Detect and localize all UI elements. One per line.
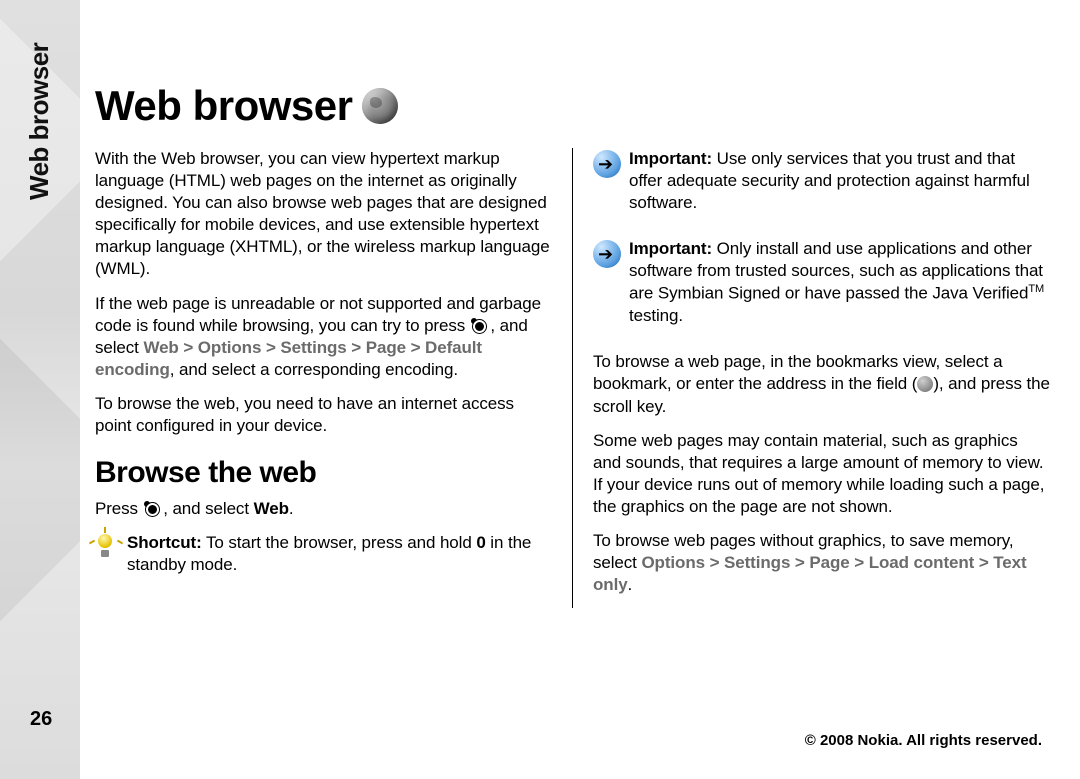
menu-settings: Settings xyxy=(724,553,790,572)
menu-options: Options xyxy=(641,553,705,572)
important-note-2: Important: Only install and use applicat… xyxy=(593,238,1050,339)
trademark-symbol: TM xyxy=(1028,283,1044,295)
menu-sep: > xyxy=(183,338,193,357)
press-b: , and select xyxy=(163,499,253,518)
column-left: With the Web browser, you can view hyper… xyxy=(95,148,573,608)
encoding-text-c: , and select a corresponding encoding. xyxy=(170,360,458,379)
menu-page: Page xyxy=(809,553,849,572)
section-browse-the-web: Browse the web xyxy=(95,453,552,492)
column-right: Important: Use only services that you tr… xyxy=(573,148,1050,608)
menu-options: Options xyxy=(198,338,262,357)
left-gutter-decorative: Web browser xyxy=(0,0,80,779)
encoding-paragraph: If the web page is unreadable or not sup… xyxy=(95,293,552,381)
page-content: Web browser With the Web browser, you ca… xyxy=(95,82,1050,608)
menu-settings: Settings xyxy=(280,338,346,357)
shortcut-a: To start the browser, press and hold xyxy=(202,533,477,552)
important-icon xyxy=(593,240,621,268)
important-note-1: Important: Use only services that you tr… xyxy=(593,148,1050,226)
menu-sep: > xyxy=(411,338,421,357)
press-web-label: Web xyxy=(254,499,289,518)
menu-sep: > xyxy=(979,553,989,572)
lightbulb-icon xyxy=(95,534,117,560)
important-1-label: Important: xyxy=(629,149,712,168)
menu-sep: > xyxy=(266,338,276,357)
title-text: Web browser xyxy=(95,82,352,130)
browse-bookmark-paragraph: To browse a web page, in the bookmarks v… xyxy=(593,351,1050,417)
shortcut-text: Shortcut: To start the browser, press an… xyxy=(127,532,552,576)
menu-sep: > xyxy=(351,338,361,357)
menu-sep: > xyxy=(710,553,720,572)
press-c: . xyxy=(289,499,294,518)
shortcut-key-zero: 0 xyxy=(476,533,485,552)
no-graphics-paragraph: To browse web pages without graphics, to… xyxy=(593,530,1050,596)
nographics-b: . xyxy=(628,575,633,594)
menu-web: Web xyxy=(143,338,178,357)
intro-paragraph: With the Web browser, you can view hyper… xyxy=(95,148,552,281)
press-select-web: Press , and select Web. xyxy=(95,498,552,520)
shortcut-label: Shortcut: xyxy=(127,533,202,552)
important-icon xyxy=(593,150,621,178)
globe-icon xyxy=(362,88,398,124)
access-point-paragraph: To browse the web, you need to have an i… xyxy=(95,393,552,437)
important-1-text: Important: Use only services that you tr… xyxy=(629,148,1050,214)
press-a: Press xyxy=(95,499,143,518)
shortcut-tip: Shortcut: To start the browser, press an… xyxy=(95,532,552,588)
important-2-text: Important: Only install and use applicat… xyxy=(629,238,1050,327)
page-title: Web browser xyxy=(95,82,1050,130)
important-2-tail: testing. xyxy=(629,306,683,325)
important-2-label: Important: xyxy=(629,239,712,258)
menu-sep: > xyxy=(854,553,864,572)
copyright-footer: © 2008 Nokia. All rights reserved. xyxy=(805,732,1042,749)
running-head: Web browser xyxy=(24,43,55,200)
page-number: 26 xyxy=(30,708,52,731)
menu-sep: > xyxy=(795,553,805,572)
url-field-icon xyxy=(917,376,933,392)
memory-paragraph: Some web pages may contain material, suc… xyxy=(593,430,1050,518)
menu-load-content: Load content xyxy=(869,553,975,572)
menu-key-icon xyxy=(143,500,159,516)
menu-key-icon xyxy=(470,317,486,333)
menu-page: Page xyxy=(366,338,406,357)
